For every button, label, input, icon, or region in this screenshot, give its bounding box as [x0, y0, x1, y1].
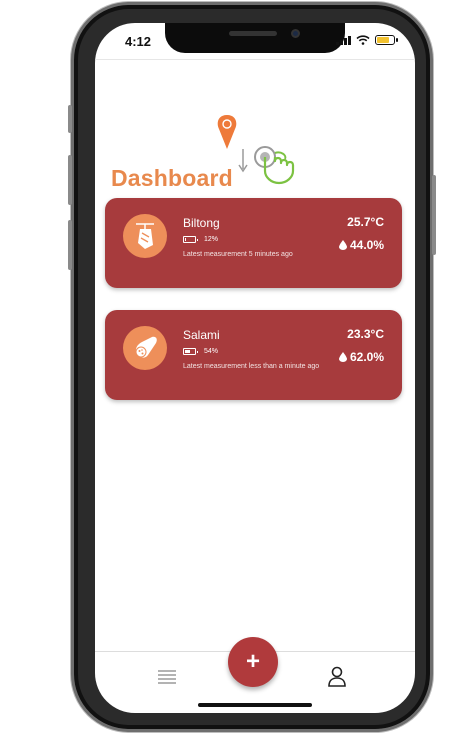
home-indicator[interactable]	[198, 703, 312, 707]
notch	[165, 23, 345, 53]
status-icons	[336, 35, 398, 45]
mute-switch	[68, 105, 72, 133]
humidity-value: 44.0%	[349, 238, 384, 252]
humidity-reading: 62.0%	[338, 350, 384, 364]
menu-icon[interactable]	[157, 668, 177, 684]
droplet-icon	[338, 240, 347, 250]
temperature-value: 25.7°C	[347, 215, 384, 229]
user-icon[interactable]	[327, 665, 347, 687]
latest-measurement: Latest measurement less than a minute ag…	[183, 363, 320, 370]
battery-icon	[375, 35, 398, 45]
device-battery: 12%	[183, 236, 218, 243]
device-battery: 54%	[183, 348, 218, 355]
battery-percent: 12%	[204, 236, 219, 243]
battery-icon	[183, 348, 198, 355]
battery-percent: 54%	[204, 348, 219, 355]
droplet-icon	[338, 352, 347, 362]
device-card-biltong[interactable]: Biltong 12% Latest measurement 5 minutes…	[105, 198, 402, 288]
power-button	[432, 175, 436, 255]
wifi-icon	[356, 35, 370, 45]
header-divider	[95, 59, 415, 60]
volume-up-button	[68, 155, 72, 205]
signal-icon	[336, 35, 351, 45]
device-name: Biltong	[183, 216, 220, 230]
phone-frame: 4:12 Dashboard Biltong 12% Latest measur…	[68, 2, 436, 732]
camera	[291, 29, 300, 38]
latest-measurement: Latest measurement 5 minutes ago	[183, 251, 293, 258]
device-name: Salami	[183, 328, 220, 342]
status-time: 4:12	[125, 34, 152, 49]
add-device-button[interactable]: +	[228, 637, 278, 687]
salami-icon	[123, 326, 167, 370]
device-card-salami[interactable]: Salami 54% Latest measurement less than …	[105, 310, 402, 400]
volume-down-button	[68, 220, 72, 270]
battery-icon	[183, 236, 198, 243]
speaker	[229, 31, 277, 36]
humidity-value: 62.0%	[349, 350, 384, 364]
temperature-value: 23.3°C	[347, 327, 384, 341]
page-title: Dashboard	[111, 165, 233, 191]
app-screen: 4:12 Dashboard Biltong 12% Latest measur…	[95, 23, 415, 713]
humidity-reading: 44.0%	[338, 238, 384, 252]
biltong-icon	[123, 214, 167, 258]
